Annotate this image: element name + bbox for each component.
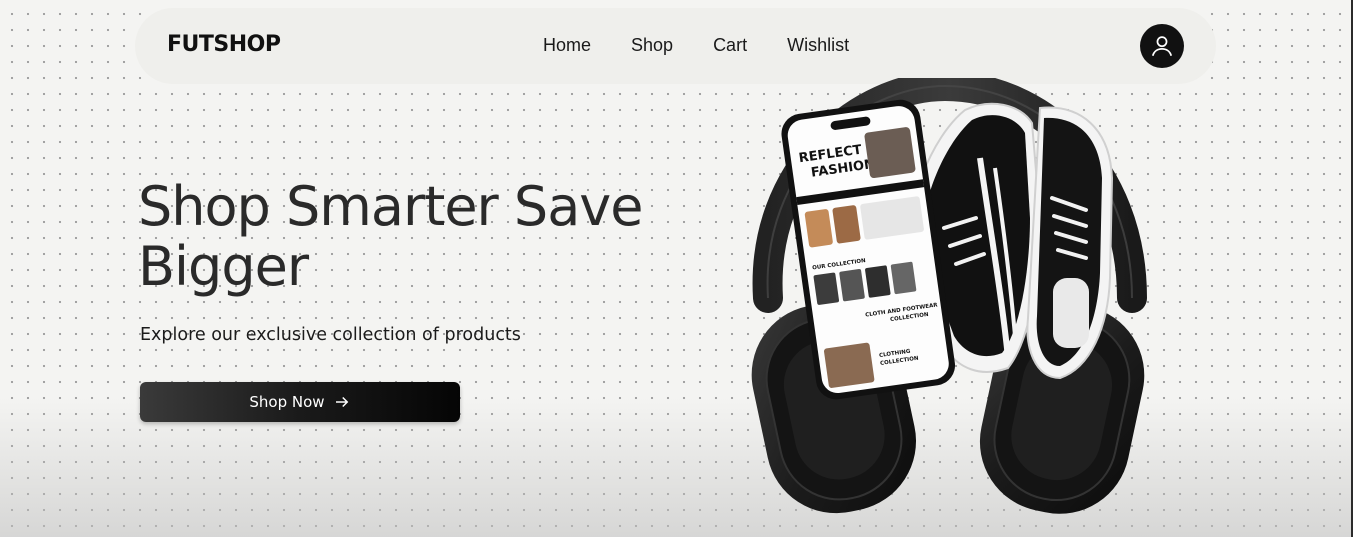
brand-logo[interactable]: FUTSHOP [167,32,281,57]
nav-link-wishlist[interactable]: Wishlist [787,35,849,56]
shop-now-label: Shop Now [249,393,325,411]
hero-title-line-1: Shop Smarter Save [138,175,643,238]
hero-title: Shop Smarter Save Bigger [138,177,658,297]
nav-link-cart[interactable]: Cart [713,35,747,56]
shop-now-button[interactable]: Shop Now [140,382,460,422]
arrow-right-icon [335,396,348,408]
hero-product-image: REFLECT FASHION OUR COLLECTION CLOTH AND… [751,78,1147,514]
user-icon [1151,36,1173,57]
account-button[interactable] [1140,24,1184,68]
hero-subtitle: Explore our exclusive collection of prod… [140,325,521,345]
nav-link-shop[interactable]: Shop [631,35,673,56]
hero-title-line-2: Bigger [138,235,309,298]
navbar: FUTSHOP Home Shop Cart Wishlist [135,8,1216,84]
nav-link-home[interactable]: Home [543,35,591,56]
nav-links: Home Shop Cart Wishlist [543,35,849,56]
